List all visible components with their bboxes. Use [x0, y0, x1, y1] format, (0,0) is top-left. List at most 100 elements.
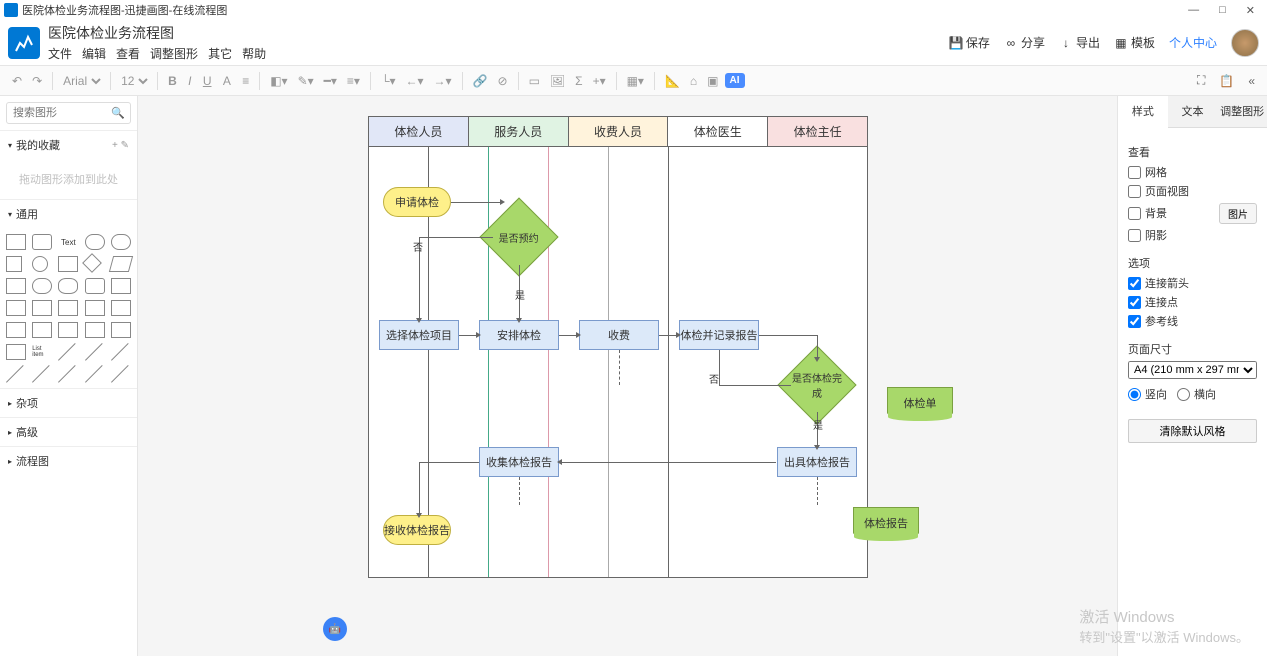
shape-rect[interactable]: [6, 234, 26, 250]
shape-label[interactable]: List item: [32, 344, 52, 360]
image-icon[interactable]: 🖼: [546, 72, 569, 90]
connector-button[interactable]: └▾: [377, 72, 400, 90]
advanced-header[interactable]: ▸高级: [0, 418, 137, 446]
shadow-checkbox[interactable]: 阴影: [1128, 227, 1257, 243]
avatar[interactable]: [1231, 29, 1259, 57]
fillcolor-button[interactable]: ◧▾: [266, 72, 291, 90]
linestyle-button[interactable]: ━▾: [320, 72, 341, 90]
shape-cloud[interactable]: [58, 278, 78, 294]
shape-ellipse[interactable]: [85, 234, 105, 250]
shape-arrow1[interactable]: [85, 344, 105, 360]
menu-help[interactable]: 帮助: [242, 45, 266, 62]
shape-and[interactable]: [58, 322, 78, 338]
arrow-end-button[interactable]: →▾: [430, 72, 456, 90]
plus-icon[interactable]: +▾: [589, 72, 610, 90]
portrait-radio[interactable]: 竖向: [1128, 386, 1167, 402]
clear-style-button[interactable]: 清除默认风格: [1128, 419, 1257, 443]
shape-trap[interactable]: [85, 300, 105, 316]
shape-line2[interactable]: [6, 366, 26, 382]
landscape-radio[interactable]: 横向: [1177, 386, 1216, 402]
link-icon[interactable]: 🔗: [469, 72, 492, 90]
shape-arrow2[interactable]: [111, 344, 131, 360]
misc-header[interactable]: ▸杂项: [0, 389, 137, 417]
flowchart-header[interactable]: ▸流程图: [0, 447, 137, 475]
linecolor-button[interactable]: ✎▾: [294, 72, 318, 90]
guides-checkbox[interactable]: 参考线: [1128, 313, 1257, 329]
italic-button[interactable]: I: [184, 74, 195, 88]
fullscreen-icon[interactable]: ⛶: [1193, 71, 1209, 90]
node-charge[interactable]: 收费: [579, 320, 659, 350]
layers-icon[interactable]: ▣: [703, 72, 722, 90]
formula-icon[interactable]: Σ: [571, 72, 586, 90]
lane-header-3[interactable]: 收费人员: [569, 117, 669, 147]
ruler-icon[interactable]: 📐: [661, 72, 684, 90]
maximize-button[interactable]: □: [1219, 4, 1226, 17]
shape-cylinder[interactable]: [32, 278, 52, 294]
shape-parallelogram[interactable]: [109, 256, 133, 272]
home-icon[interactable]: ⌂: [686, 72, 701, 90]
template-button[interactable]: ▦模板: [1114, 34, 1155, 51]
shape-diamond[interactable]: [82, 253, 102, 273]
node-select-project[interactable]: 选择体检项目: [379, 320, 459, 350]
swimlane-container[interactable]: 体检人员 服务人员 收费人员 体检医生 体检主任 申请体检 是否预约 选择体检项…: [368, 116, 868, 578]
shape-note[interactable]: [111, 278, 131, 294]
menu-other[interactable]: 其它: [208, 45, 232, 62]
lane-header-2[interactable]: 服务人员: [469, 117, 569, 147]
shape-or[interactable]: [32, 322, 52, 338]
minimize-button[interactable]: —: [1188, 4, 1199, 17]
shape-dashed[interactable]: [32, 366, 52, 382]
node-apply[interactable]: 申请体检: [383, 187, 451, 217]
export-button[interactable]: ↓导出: [1059, 34, 1100, 51]
shape-text[interactable]: Text: [58, 234, 78, 250]
undo-button[interactable]: ↶: [8, 72, 26, 90]
background-checkbox[interactable]: 背景: [1128, 205, 1167, 221]
arrowheads-checkbox[interactable]: 连接箭头: [1128, 275, 1257, 291]
bold-button[interactable]: B: [164, 74, 181, 88]
personal-center-link[interactable]: 个人中心: [1169, 34, 1217, 51]
shape-l[interactable]: [6, 322, 26, 338]
shape-bidir[interactable]: [58, 366, 78, 382]
node-collect-report[interactable]: 收集体检报告: [479, 447, 559, 477]
share-button[interactable]: ∞分享: [1004, 34, 1045, 51]
shape-roundrect[interactable]: [32, 234, 52, 250]
grid-checkbox[interactable]: 网格: [1128, 164, 1257, 180]
shape-hexagon[interactable]: [6, 278, 26, 294]
save-button[interactable]: 💾保存: [949, 34, 990, 51]
shape-callout[interactable]: [111, 300, 131, 316]
unlink-icon[interactable]: ⊘: [494, 72, 512, 90]
shape-doc[interactable]: [85, 278, 105, 294]
fontsize-select[interactable]: 12: [117, 73, 151, 89]
table-icon[interactable]: ▦▾: [623, 72, 648, 90]
pageview-checkbox[interactable]: 页面视图: [1128, 183, 1257, 199]
font-select[interactable]: Arial: [59, 73, 104, 89]
shape-card[interactable]: [6, 300, 26, 316]
document-title[interactable]: 医院体检业务流程图: [48, 23, 266, 43]
shape-frame[interactable]: [6, 344, 26, 360]
canvas[interactable]: 体检人员 服务人员 收费人员 体检医生 体检主任 申请体检 是否预约 选择体检项…: [138, 96, 1117, 656]
shape-tape[interactable]: [32, 300, 52, 316]
lane-header-5[interactable]: 体检主任: [768, 117, 867, 147]
lane-header-4[interactable]: 体检医生: [668, 117, 768, 147]
search-icon[interactable]: 🔍: [111, 107, 125, 120]
linewidth-button[interactable]: ≡▾: [343, 72, 364, 90]
shape-container[interactable]: [111, 322, 131, 338]
shape-conn1[interactable]: [85, 366, 105, 382]
shape-square[interactable]: [6, 256, 22, 272]
menu-view[interactable]: 查看: [116, 45, 140, 62]
node-report1[interactable]: 体检报告: [853, 507, 919, 539]
shape-oval[interactable]: [111, 234, 131, 250]
general-header[interactable]: ▾通用: [0, 200, 137, 228]
lane-header-1[interactable]: 体检人员: [369, 117, 469, 147]
menu-edit[interactable]: 编辑: [82, 45, 106, 62]
endpoints-checkbox[interactable]: 连接点: [1128, 294, 1257, 310]
favorites-header[interactable]: ▾我的收藏 + ✎: [0, 131, 137, 159]
node-receive-report[interactable]: 接收体检报告: [383, 515, 451, 545]
shape-data[interactable]: [85, 322, 105, 338]
node-exam-record[interactable]: 体检并记录报告: [679, 320, 759, 350]
shape-picker-icon[interactable]: ▭: [525, 72, 544, 90]
node-issue-report[interactable]: 出具体检报告: [777, 447, 857, 477]
tab-style[interactable]: 样式: [1118, 96, 1168, 128]
fontcolor-button[interactable]: A: [219, 74, 235, 88]
pagesize-select[interactable]: A4 (210 mm x 297 mm): [1128, 361, 1257, 379]
arrow-start-button[interactable]: ←▾: [401, 72, 427, 90]
